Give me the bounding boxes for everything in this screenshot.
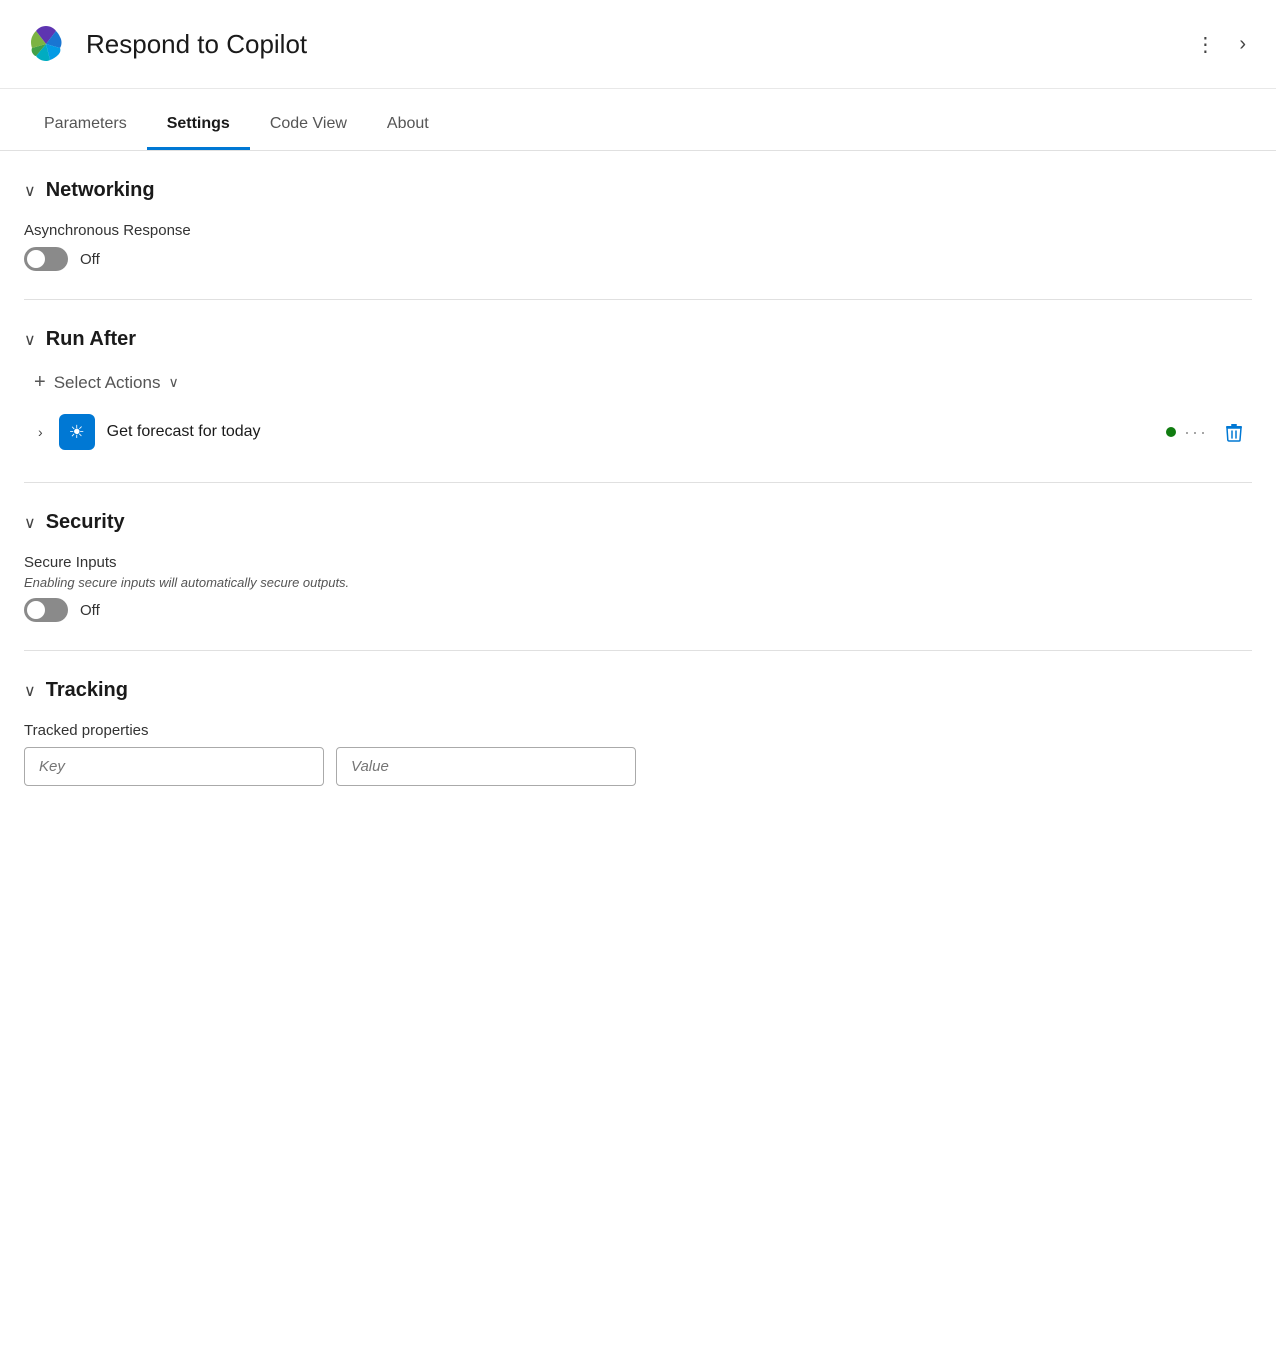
async-response-toggle[interactable] [24,247,68,271]
close-panel-button[interactable]: › [1233,27,1252,62]
trash-icon [1222,420,1246,444]
security-body: Secure Inputs Enabling secure inputs wil… [24,554,1252,622]
tracking-section-title: Tracking [46,679,128,702]
header-left: Respond to Copilot [20,18,307,70]
action-status-row: ··· [1166,416,1252,448]
tracked-key-input[interactable] [24,747,324,786]
settings-content: ∨ Networking Asynchronous Response Off ∨… [0,151,1276,854]
tab-code-view[interactable]: Code View [250,99,367,150]
tracking-body: Tracked properties [24,722,1252,786]
action-icon-box: ☀ [59,414,95,450]
tracking-chevron-icon: ∨ [24,681,36,701]
select-actions-row[interactable]: + Select Actions ∨ [34,371,1252,394]
vertical-dots-icon: ⋮ [1195,32,1217,57]
more-options-button[interactable]: ⋮ [1189,26,1223,63]
header-actions: ⋮ › [1189,26,1252,63]
tracking-section-header[interactable]: ∨ Tracking [24,679,1252,702]
secure-inputs-toggle-label: Off [80,602,100,619]
action-expand-icon[interactable]: › [34,420,47,444]
secure-inputs-toggle[interactable] [24,598,68,622]
tabs-container: Parameters Settings Code View About [0,99,1276,151]
header: Respond to Copilot ⋮ › [0,0,1276,89]
run-after-section-title: Run After [46,328,136,351]
tab-parameters[interactable]: Parameters [24,99,147,150]
security-section-header[interactable]: ∨ Security [24,511,1252,534]
secure-inputs-sublabel: Enabling secure inputs will automaticall… [24,575,1252,590]
networking-body: Asynchronous Response Off [24,222,1252,271]
tracking-section: ∨ Tracking Tracked properties [24,651,1252,814]
action-name: Get forecast for today [107,423,1154,441]
tab-about[interactable]: About [367,99,449,150]
select-actions-label: Select Actions [54,373,161,393]
app-logo [20,18,72,70]
run-after-chevron-icon: ∨ [24,330,36,350]
async-response-toggle-row: Off [24,247,1252,271]
async-response-label: Asynchronous Response [24,222,1252,239]
plus-icon: + [34,371,46,394]
action-item: › ☀ Get forecast for today ··· [34,410,1252,454]
tracked-value-input[interactable] [336,747,636,786]
status-dot-icon [1166,427,1176,437]
networking-section-title: Networking [46,179,155,202]
run-after-body: + Select Actions ∨ › ☀ Get forecast for … [24,371,1252,454]
security-chevron-icon: ∨ [24,513,36,533]
async-response-toggle-label: Off [80,251,100,268]
run-after-section-header[interactable]: ∨ Run After [24,328,1252,351]
delete-action-button[interactable] [1216,416,1252,448]
security-section-title: Security [46,511,125,534]
select-actions-chevron-icon: ∨ [168,374,178,391]
action-dots-icon: ··· [1184,422,1208,443]
networking-section-header[interactable]: ∨ Networking [24,179,1252,202]
tracked-fields-row [24,747,1252,786]
secure-inputs-toggle-row: Off [24,598,1252,622]
security-section: ∨ Security Secure Inputs Enabling secure… [24,483,1252,651]
chevron-right-icon: › [1239,33,1246,56]
networking-chevron-icon: ∨ [24,181,36,201]
forecast-icon: ☀ [69,422,85,443]
run-after-section: ∨ Run After + Select Actions ∨ › ☀ Get f… [24,300,1252,483]
secure-inputs-label: Secure Inputs [24,554,1252,571]
page-title: Respond to Copilot [86,29,307,60]
tab-settings[interactable]: Settings [147,99,250,150]
tracked-properties-label: Tracked properties [24,722,1252,739]
networking-section: ∨ Networking Asynchronous Response Off [24,151,1252,300]
